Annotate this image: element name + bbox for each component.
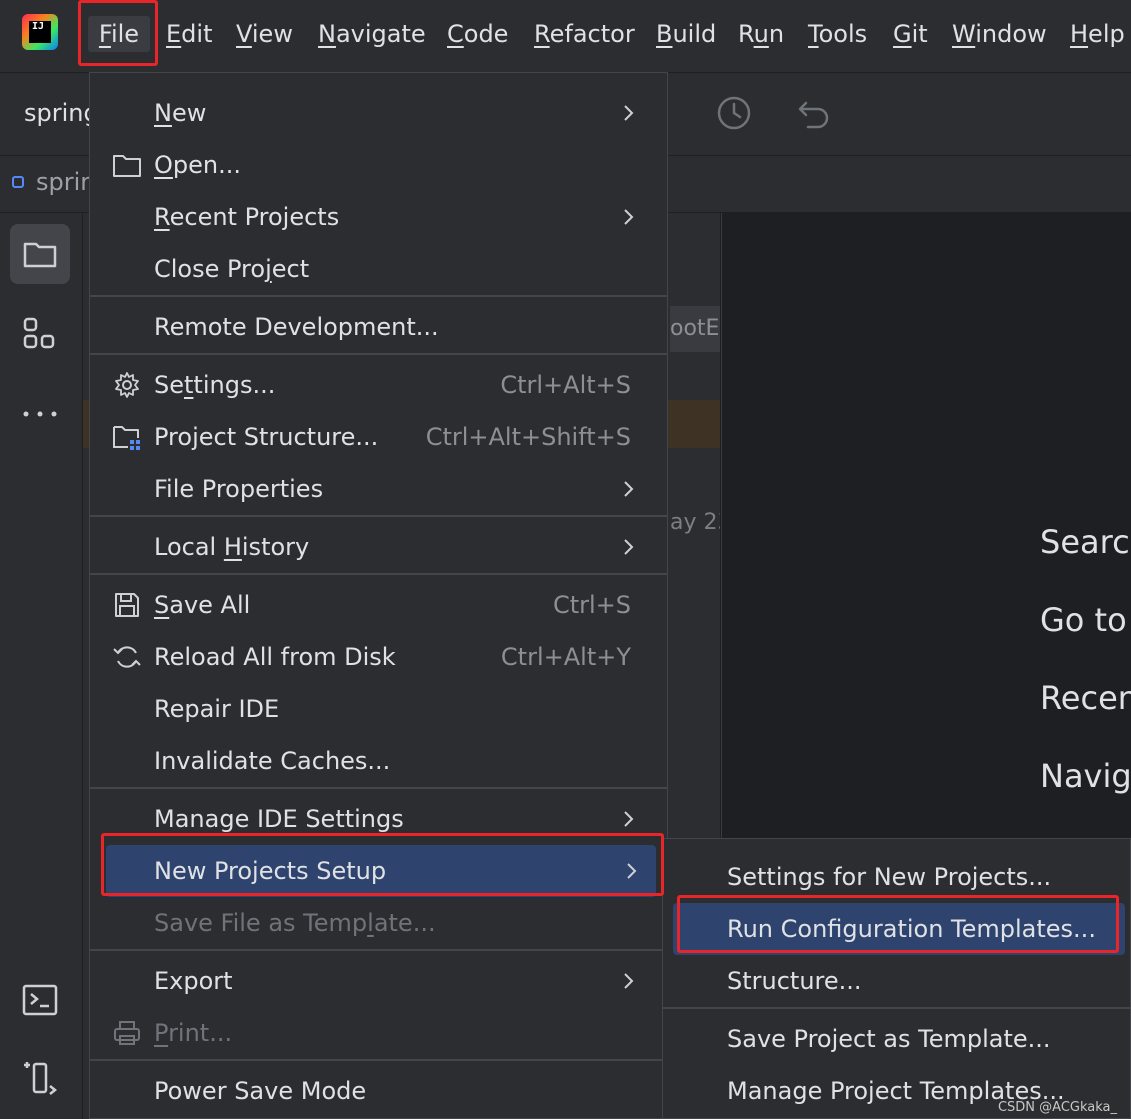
terminal-tool-button[interactable] <box>10 970 70 1030</box>
history-icon[interactable] <box>716 95 752 131</box>
chevron-right-icon <box>624 539 634 555</box>
menu-item-save-file-as-template[interactable]: Save File as Template... <box>90 897 667 949</box>
menu-item-recent-projects[interactable]: Recent Projects <box>90 191 667 243</box>
more-tools-button[interactable] <box>10 384 70 444</box>
menu-edit[interactable]: Edit <box>166 16 212 52</box>
menu-item-reload-all[interactable]: Reload All from Disk Ctrl+Alt+Y <box>90 631 667 683</box>
menu-item-invalidate-caches[interactable]: Invalidate Caches... <box>90 735 667 787</box>
more-dots-icon <box>23 411 57 417</box>
menu-code[interactable]: Code <box>447 16 508 52</box>
main-menu-bar: IJ File Edit View Navigate Code Refactor… <box>0 0 1131 73</box>
menu-window[interactable]: Window <box>952 16 1047 52</box>
chevron-right-icon <box>624 105 634 121</box>
folder-icon <box>113 155 141 177</box>
menu-build[interactable]: Build <box>656 16 716 52</box>
structure-tool-button[interactable] <box>10 304 70 364</box>
menu-separator <box>90 295 667 297</box>
chevron-right-icon <box>624 481 634 497</box>
chevron-right-icon <box>624 209 634 225</box>
menu-item-remote-development[interactable]: Remote Development... <box>90 301 667 353</box>
shortcut-label: Ctrl+Alt+Y <box>500 643 631 671</box>
menu-separator <box>90 353 667 355</box>
menu-tools[interactable]: Tools <box>808 16 867 52</box>
menu-separator <box>90 1059 667 1061</box>
module-icon <box>12 176 24 188</box>
welcome-navigation-bar: Naviga <box>1040 757 1131 795</box>
menu-item-print[interactable]: Print... <box>90 1007 667 1059</box>
menu-item-project-structure[interactable]: Project Structure... Ctrl+Alt+Shift+S <box>90 411 667 463</box>
menu-separator <box>90 787 667 789</box>
gear-icon <box>115 372 139 398</box>
save-icon <box>115 593 139 617</box>
timestamp-fragment: ay 23: <box>670 510 720 535</box>
annotation-box-new-projects-setup <box>101 833 664 896</box>
watermark: CSDN @ACGkaka_ <box>997 1100 1117 1115</box>
menu-item-file-properties[interactable]: File Properties <box>90 463 667 515</box>
menu-help[interactable]: Help <box>1070 16 1125 52</box>
terminal-icon <box>22 984 58 1016</box>
intellij-logo-icon[interactable]: IJ <box>22 14 58 50</box>
tool-window-strip <box>0 213 83 1119</box>
menu-run[interactable]: Run <box>738 16 784 52</box>
services-icon <box>24 1062 58 1095</box>
project-structure-icon <box>113 426 140 450</box>
menu-git[interactable]: Git <box>893 16 928 52</box>
menu-item-open[interactable]: Open... <box>90 139 667 191</box>
menu-item-local-history[interactable]: Local History <box>90 521 667 573</box>
menu-separator <box>90 949 667 951</box>
services-tool-button[interactable] <box>10 1048 70 1108</box>
reload-icon <box>113 646 141 668</box>
chevron-right-icon <box>624 811 634 827</box>
menu-item-close-project[interactable]: Close Project <box>90 243 667 295</box>
new-projects-setup-submenu: Settings for New Projects... Run Configu… <box>662 838 1131 1119</box>
chevron-right-icon <box>624 973 634 989</box>
folder-icon <box>23 242 57 268</box>
menu-refactor[interactable]: Refactor <box>534 16 635 52</box>
shortcut-label: Ctrl+S <box>552 591 631 619</box>
menu-separator <box>90 573 667 575</box>
annotation-box-run-configuration-templates <box>677 895 1119 953</box>
submenu-item-structure[interactable]: Structure... <box>663 955 1130 1007</box>
menu-item-new[interactable]: New <box>90 87 667 139</box>
menu-view[interactable]: View <box>236 16 293 52</box>
menu-item-power-save-mode[interactable]: Power Save Mode <box>90 1065 667 1117</box>
project-tab-label[interactable]: sprin <box>36 168 95 196</box>
structure-icon <box>23 317 55 349</box>
project-tool-button[interactable] <box>10 224 70 284</box>
menu-separator <box>90 515 667 517</box>
menu-item-settings[interactable]: Settings... Ctrl+Alt+S <box>90 359 667 411</box>
menu-item-export[interactable]: Export <box>90 955 667 1007</box>
menu-navigate[interactable]: Navigate <box>318 16 426 52</box>
print-icon <box>114 1021 140 1045</box>
shortcut-label: Ctrl+Alt+S <box>500 371 631 399</box>
menu-item-save-all[interactable]: Save All Ctrl+S <box>90 579 667 631</box>
shortcut-label: Ctrl+Alt+Shift+S <box>425 423 631 451</box>
menu-item-repair-ide[interactable]: Repair IDE <box>90 683 667 735</box>
project-name-widget[interactable]: spring <box>24 99 99 127</box>
welcome-search-everywhere: Search <box>1040 523 1131 561</box>
welcome-go-to-file: Go to <box>1040 601 1127 639</box>
welcome-recent-files: Recen <box>1040 679 1131 717</box>
file-menu-popup: New Open... Recent Projects Close Projec… <box>89 72 668 1119</box>
editor-tab-fragment[interactable]: ootEx <box>670 306 720 352</box>
menu-separator <box>663 1007 1130 1009</box>
annotation-box-file <box>78 0 158 66</box>
submenu-item-save-project-as-template[interactable]: Save Project as Template... <box>663 1013 1130 1065</box>
rollback-icon[interactable] <box>796 95 832 131</box>
